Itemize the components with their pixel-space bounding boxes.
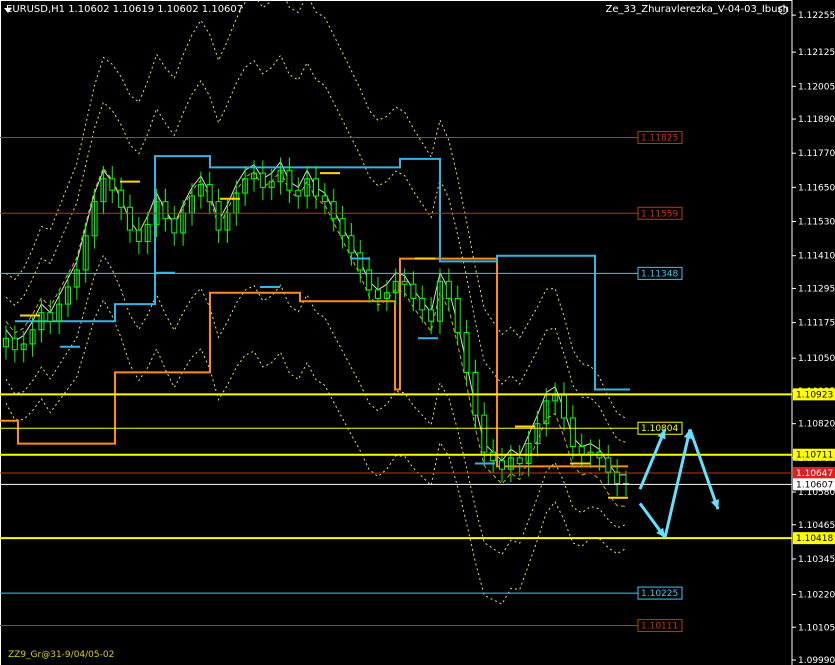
candle-body	[561, 394, 567, 419]
candle-body	[11, 337, 18, 351]
price-tag-label: 1.10607	[796, 480, 833, 490]
forecast-arrow	[663, 429, 692, 538]
price-level-label: 1.11825	[641, 134, 678, 144]
y-tick-label: 1.11650	[798, 183, 835, 193]
candle-body	[401, 280, 408, 285]
candle-body	[135, 229, 142, 242]
y-tick-label: 1.12005	[798, 82, 835, 92]
candle-body	[348, 235, 355, 254]
candle-body	[499, 460, 505, 470]
y-tick-label: 1.11410	[798, 252, 835, 262]
price-tag-label: 1.10647	[796, 469, 833, 479]
candle-body	[330, 201, 337, 220]
y-tick-label: 1.11770	[798, 149, 835, 159]
candle-body	[490, 451, 497, 462]
candle-body	[206, 184, 213, 203]
candle-body	[454, 297, 461, 334]
candle-body	[614, 471, 621, 484]
candle-body	[295, 189, 302, 197]
candle-body	[481, 414, 488, 453]
upper-band-outer	[5, 0, 627, 420]
y-tick-label: 1.12255	[798, 11, 835, 21]
price-tag-label: 1.10923	[796, 390, 833, 400]
y-tick-label: 1.11295	[798, 284, 835, 294]
candle-body	[463, 332, 470, 373]
price-tag-label: 1.10711	[796, 451, 833, 461]
candle-body	[286, 169, 293, 191]
price-tag-label: 1.10418	[796, 534, 833, 544]
candle-body	[428, 309, 435, 322]
chart-canvas[interactable]: 1.12255 1.12125 1.12005 1.11890 1.11770 1.116…	[0, 0, 835, 665]
y-tick-label: 1.10220	[798, 591, 835, 601]
y-tick-label: 1.11050	[798, 354, 835, 364]
forecast-arrow	[638, 428, 667, 490]
candle-body	[313, 178, 319, 197]
y-tick-label: 1.11530	[798, 218, 835, 228]
orange-channel-line	[0, 257, 628, 468]
lower-band-outer	[5, 299, 627, 605]
upper-band-inner	[5, 54, 627, 443]
candle-body	[321, 195, 328, 203]
forecast-arrow	[688, 428, 720, 510]
candle-body	[47, 312, 54, 322]
y-tick-label: 1.11175	[798, 319, 835, 329]
candle-body	[259, 172, 266, 188]
candles	[3, 157, 629, 497]
price-level-label: 1.10111	[641, 622, 678, 632]
candle-body	[375, 289, 381, 299]
candle-body	[215, 201, 222, 231]
candle-body	[171, 218, 178, 234]
price-level-label: 1.11559	[641, 209, 678, 219]
lower-band-inner	[5, 254, 627, 556]
price-level-label: 1.10225	[641, 589, 678, 599]
forecast-arrow-head	[710, 499, 720, 510]
y-tick-label: 1.10465	[798, 521, 835, 531]
candle-body	[357, 252, 364, 271]
price-level-label: 1.11348	[641, 269, 678, 279]
indicator-name: Ze_33_Zhuravlerezka_V-04-03_Ibush	[605, 4, 789, 15]
candle-body	[569, 417, 576, 447]
candle-body	[605, 457, 612, 473]
candle-body	[445, 280, 452, 299]
candle-body	[410, 283, 417, 299]
price-level-label: 1.10804	[641, 424, 678, 434]
y-tick-label: 1.10820	[798, 420, 835, 430]
y-tick-label: 1.10105	[798, 623, 835, 633]
candle-body	[109, 178, 116, 191]
candle-body	[339, 218, 346, 237]
candle-body	[127, 206, 133, 231]
y-tick-label: 1.11890	[798, 115, 835, 125]
y-tick-label: 1.10345	[798, 555, 835, 565]
bottom-indicator-label: ZZ9_Gr@31-9/04/05-02	[8, 650, 115, 660]
y-tick-label: 1.09990	[798, 656, 835, 665]
candle-body	[419, 297, 426, 311]
candle-body	[118, 189, 125, 208]
symbol-info: EURUSD,H1 1.10602 1.10619 1.10602 1.1060…	[6, 4, 244, 15]
candle-body	[162, 201, 169, 220]
candle-body	[516, 457, 523, 465]
y-tick-label: 1.12125	[798, 48, 835, 58]
